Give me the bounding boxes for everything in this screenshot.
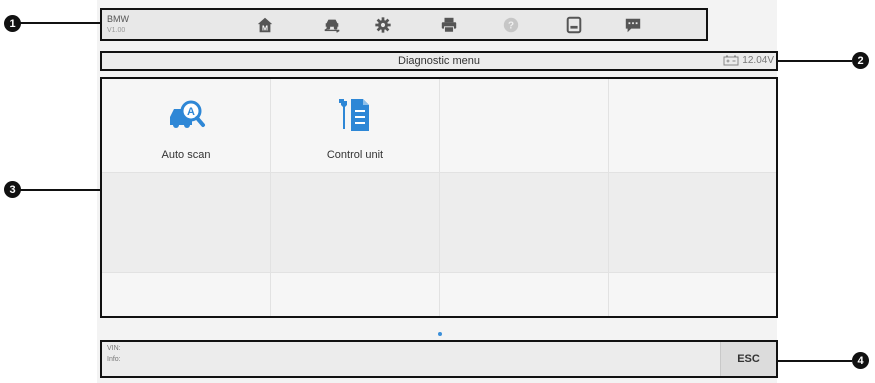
page-indicator-dot: [438, 332, 442, 336]
vin-label: VIN:: [107, 345, 121, 352]
svg-text:M: M: [262, 23, 268, 32]
grid-divider: [439, 79, 440, 316]
settings-gear-icon: [375, 16, 391, 33]
esc-button[interactable]: ESC: [720, 342, 776, 376]
printer-icon: [441, 17, 457, 33]
callout-marker: 4: [852, 352, 869, 369]
svg-text:A: A: [187, 106, 195, 118]
grid-divider: [102, 272, 776, 273]
control-unit-tile[interactable]: Control unit: [271, 79, 439, 171]
vehicle-swap-button[interactable]: [317, 10, 347, 39]
help-icon: ?: [503, 17, 519, 32]
control-unit-label: Control unit: [326, 149, 384, 161]
battery-voltage-indicator: 12.04V: [723, 55, 774, 66]
help-button[interactable]: ?: [496, 10, 526, 39]
print-button[interactable]: [434, 10, 464, 39]
data-logging-icon: [625, 18, 641, 32]
auto-scan-icon: A: [170, 100, 205, 128]
callout-marker: 1: [4, 15, 21, 32]
callout-line: [778, 60, 852, 62]
callout-line: [20, 22, 100, 24]
auto-scan-tile[interactable]: A Auto scan: [102, 79, 270, 171]
save-icon: [566, 16, 582, 33]
auto-scan-label: Auto scan: [161, 149, 211, 161]
callout-line: [778, 360, 852, 362]
data-logging-button[interactable]: [618, 10, 648, 39]
callout-line: [20, 189, 100, 191]
battery-voltage: 12.04V: [742, 55, 774, 66]
vehicle-swap-icon: [324, 19, 340, 33]
battery-icon: [723, 55, 739, 66]
top-toolbar: BMW V1.00 M ?: [100, 8, 708, 41]
home-icon: M: [257, 17, 273, 32]
callout-marker: 3: [4, 181, 21, 198]
function-menu-grid: A Auto scan Control unit: [100, 77, 778, 318]
title-bar: Diagnostic menu 12.04V: [100, 51, 778, 71]
bottom-status-bar: VIN: Info: ESC: [100, 340, 778, 378]
page-title: Diagnostic menu: [398, 55, 480, 67]
svg-text:?: ?: [508, 20, 514, 31]
settings-button[interactable]: [368, 10, 398, 39]
home-button[interactable]: M: [250, 10, 280, 39]
grid-divider: [608, 79, 609, 316]
save-button[interactable]: [559, 10, 589, 39]
software-version: V1.00: [107, 27, 126, 34]
callout-marker: 2: [852, 52, 869, 69]
grid-divider: [102, 172, 776, 173]
control-unit-icon: [339, 99, 369, 131]
info-label: Info:: [107, 356, 121, 363]
vehicle-make: BMW: [107, 14, 129, 24]
